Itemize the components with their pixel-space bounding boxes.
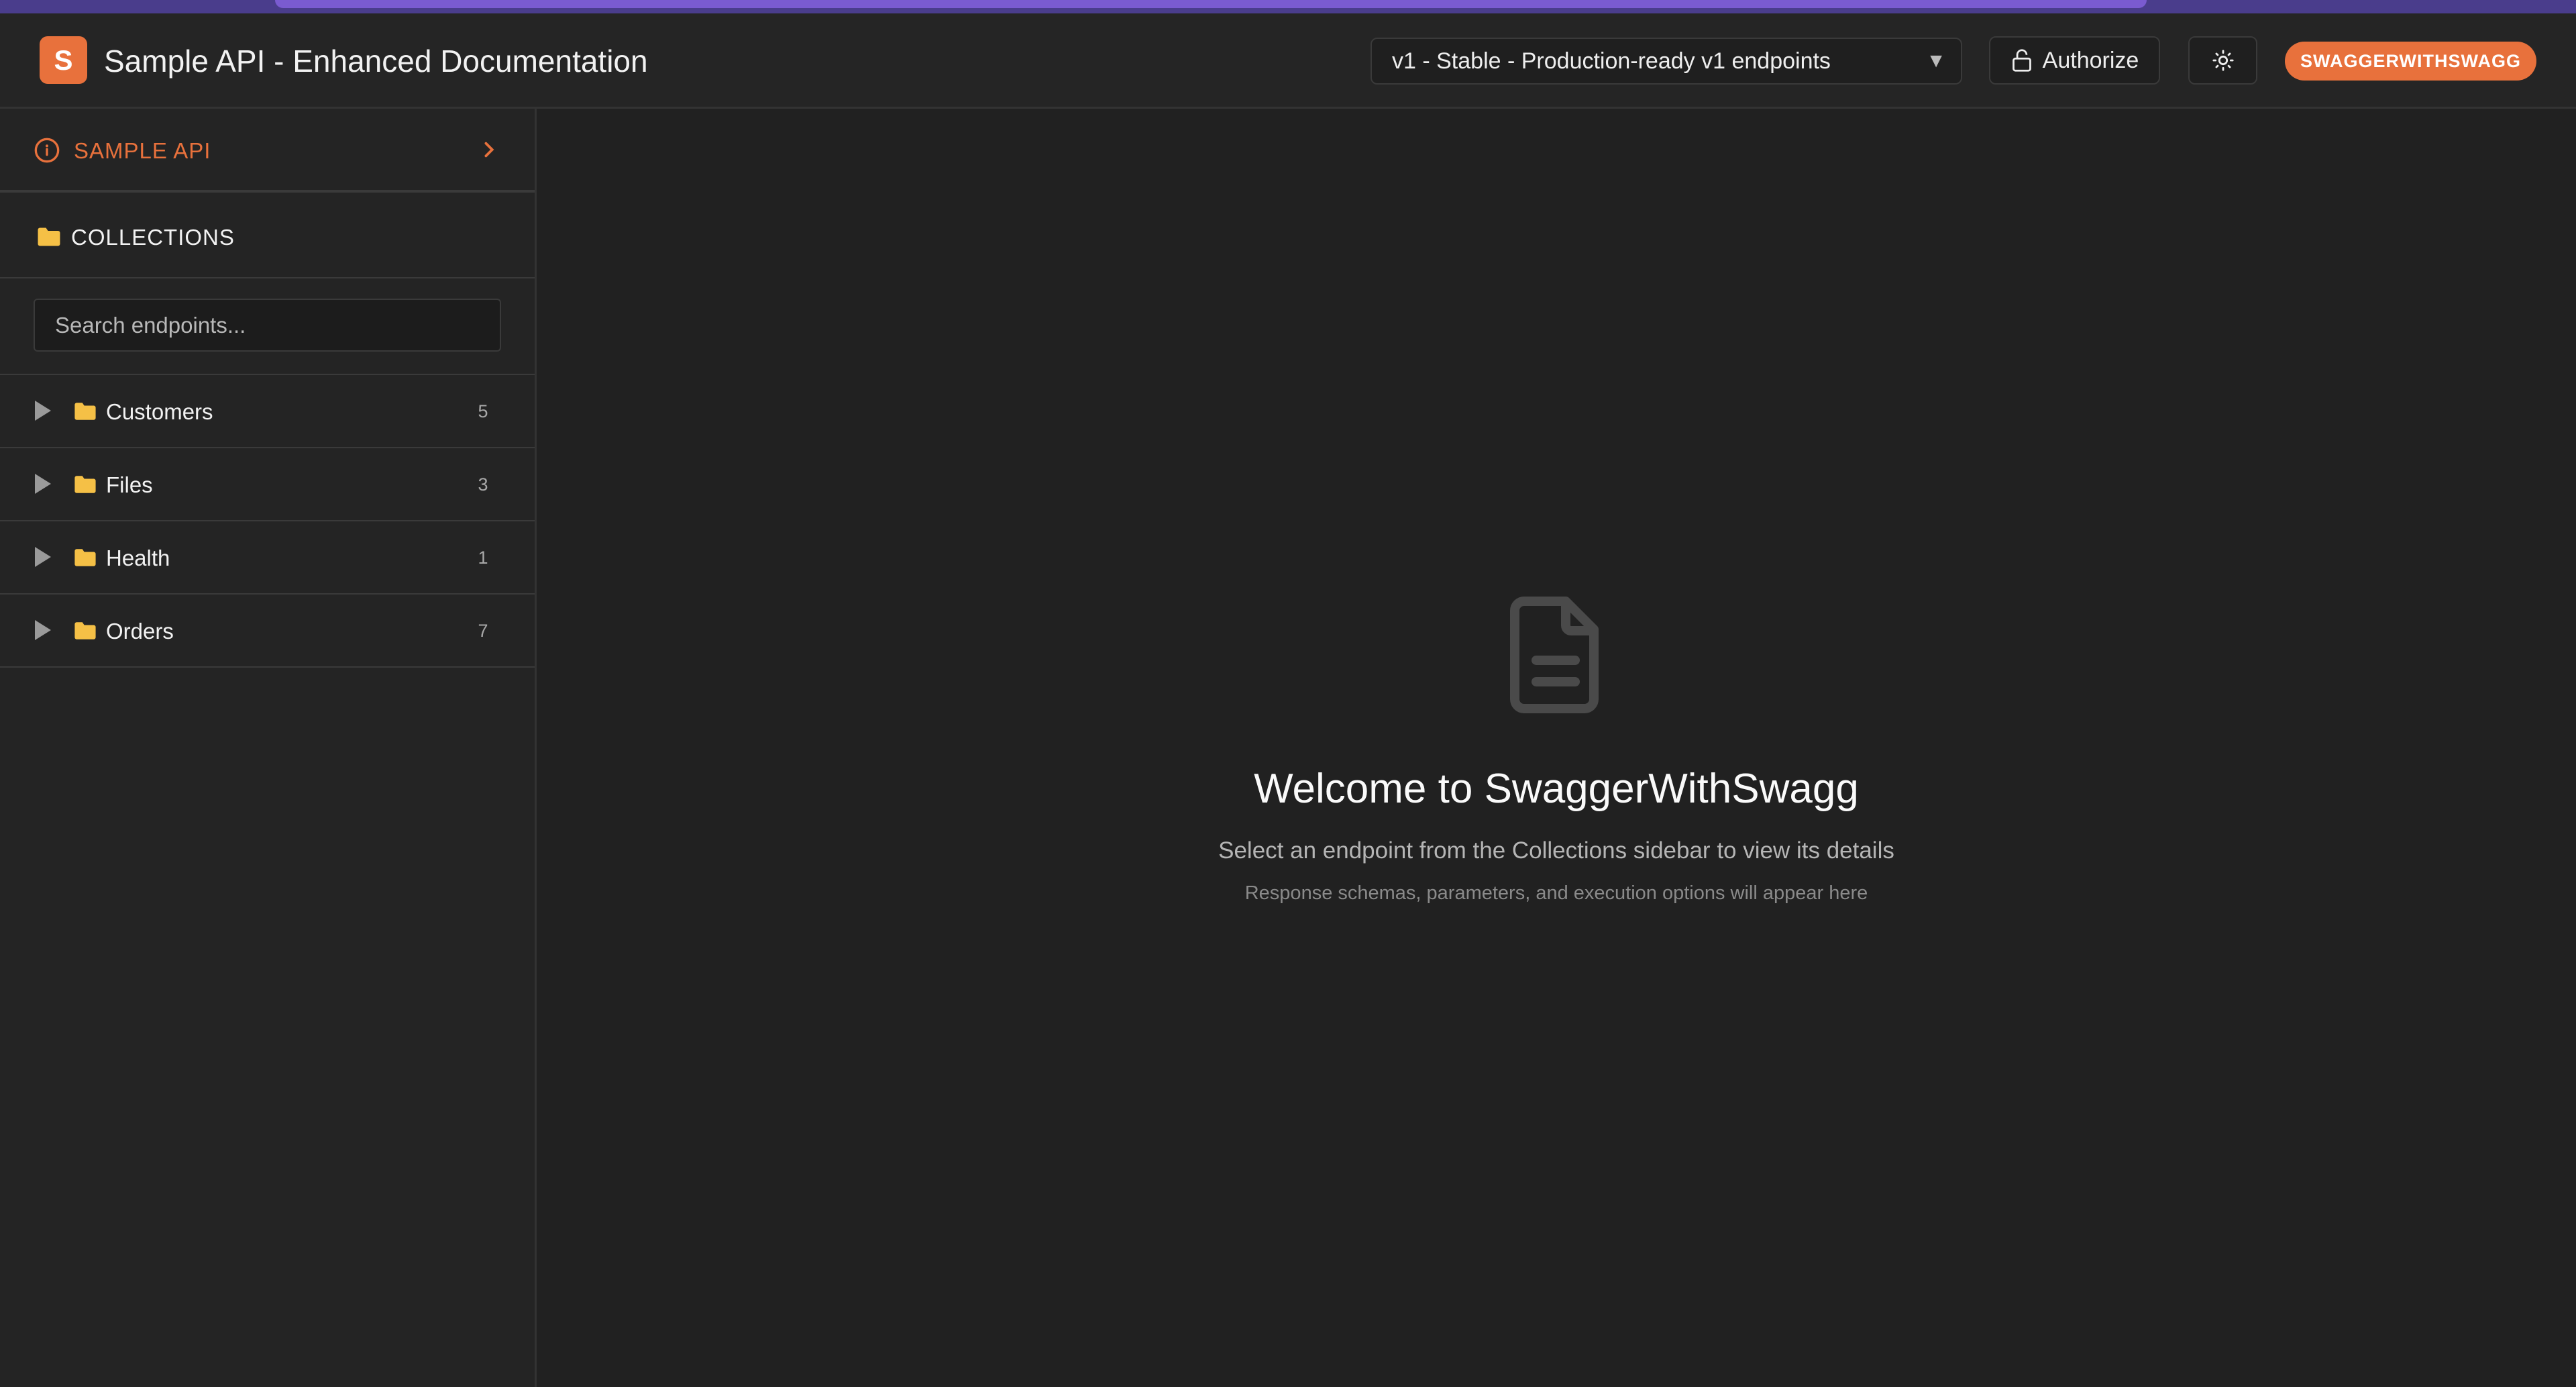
collection-name: Orders — [106, 619, 174, 644]
collection-count: 3 — [478, 474, 488, 495]
collection-name: Files — [106, 472, 153, 497]
top-accent-bar — [0, 0, 2576, 13]
authorize-label: Authorize — [2042, 47, 2139, 73]
collections-list: Customers 5 Files 3 Health 1 Orders 7 — [0, 375, 535, 668]
folder-icon — [74, 549, 96, 566]
welcome-title: Welcome to SwaggerWithSwagg — [1254, 766, 1859, 812]
collection-count: 5 — [478, 401, 488, 421]
api-name-label: SAMPLE API — [74, 138, 211, 163]
collection-item-orders[interactable]: Orders 7 — [0, 595, 535, 668]
expand-caret-icon[interactable] — [35, 474, 51, 494]
chevron-right-icon — [484, 142, 494, 158]
app-header: S Sample API - Enhanced Documentation v1… — [0, 13, 2576, 109]
expand-caret-icon[interactable] — [35, 620, 51, 640]
search-input[interactable] — [34, 299, 501, 352]
main-content: Welcome to SwaggerWithSwagg Select an en… — [537, 109, 2576, 1387]
sidebar-api-info[interactable]: SAMPLE API — [0, 109, 535, 193]
logo-s-icon: S — [40, 36, 87, 84]
sidebar: SAMPLE API COLLECTIONS Customers 5 Files — [0, 109, 537, 1387]
folder-icon — [38, 227, 60, 246]
logo-letter: S — [54, 44, 73, 76]
expand-caret-icon[interactable] — [35, 547, 51, 567]
brand-badge[interactable]: SWAGGERWITHSWAGG — [2285, 42, 2536, 81]
expand-caret-icon[interactable] — [35, 401, 51, 421]
collections-header: COLLECTIONS — [0, 195, 535, 278]
collection-item-customers[interactable]: Customers 5 — [0, 375, 535, 448]
version-select-value: v1 - Stable - Production-ready v1 endpoi… — [1392, 48, 1831, 74]
collection-item-health[interactable]: Health 1 — [0, 521, 535, 595]
collections-title: COLLECTIONS — [71, 225, 235, 250]
sun-icon — [2212, 50, 2234, 71]
collection-count: 1 — [478, 548, 488, 568]
collection-item-files[interactable]: Files 3 — [0, 448, 535, 521]
search-container — [0, 280, 535, 375]
app-title: Sample API - Enhanced Documentation — [104, 44, 648, 79]
folder-icon — [74, 403, 96, 420]
folder-icon — [74, 622, 96, 639]
theme-toggle-button[interactable] — [2188, 36, 2257, 85]
welcome-hint: Response schemas, parameters, and execut… — [1244, 882, 1868, 904]
info-circle-icon — [34, 138, 60, 163]
collection-name: Customers — [106, 399, 213, 424]
folder-icon — [74, 476, 96, 493]
lock-icon — [2012, 49, 2031, 72]
dropdown-triangle-icon: ▼ — [1926, 50, 1946, 72]
top-accent-bar-inner — [275, 0, 2147, 8]
document-icon — [1510, 597, 1599, 713]
collection-count: 7 — [478, 621, 488, 641]
version-select[interactable]: v1 - Stable - Production-ready v1 endpoi… — [1371, 38, 1962, 85]
welcome-subtitle: Select an endpoint from the Collections … — [1218, 837, 1894, 864]
authorize-button[interactable]: Authorize — [1989, 36, 2160, 85]
collection-name: Health — [106, 546, 170, 570]
